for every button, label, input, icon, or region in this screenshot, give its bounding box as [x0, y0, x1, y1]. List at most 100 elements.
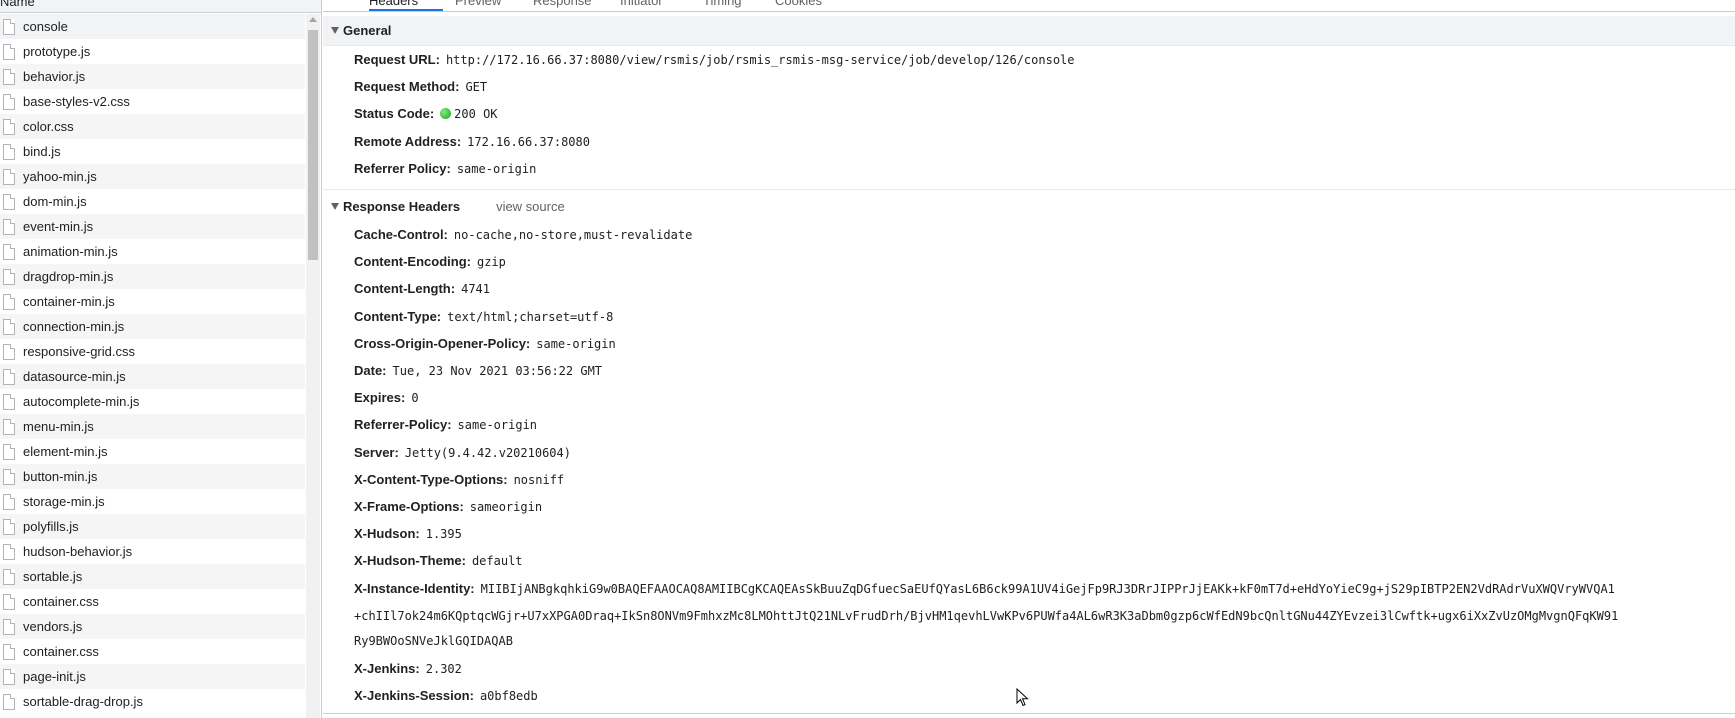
request-row[interactable]: animation-min.js [0, 239, 305, 264]
expand-triangle-icon[interactable] [331, 202, 339, 210]
header-value[interactable]: http://172.16.66.37:8080/view/rsmis/job/… [446, 53, 1075, 67]
header-name: X-Frame-Options: [354, 499, 464, 514]
request-list: console prototype.js behavior.js base-style… [0, 14, 305, 714]
response-header-row: Expires: 0 [354, 390, 419, 405]
header-value-continuation[interactable]: Ry9BWOoSNVeJklGQIDAQAB [354, 634, 513, 648]
request-name: sortable.js [23, 569, 83, 584]
view-source-link[interactable]: view source [496, 199, 565, 214]
request-row[interactable]: yahoo-min.js [0, 164, 305, 189]
header-value[interactable]: same-origin [458, 418, 537, 432]
tab-timing[interactable]: Timing [703, 0, 742, 8]
request-row[interactable]: responsive-grid.css [0, 339, 305, 364]
response-header-row: Cross-Origin-Opener-Policy: same-origin [354, 336, 616, 351]
response-headers-section-header[interactable]: Response Headers view source [323, 191, 1735, 221]
request-row[interactable]: event-min.js [0, 214, 305, 239]
header-value[interactable]: same-origin [457, 162, 536, 176]
header-name: Date: [354, 363, 387, 378]
request-row[interactable]: container-min.js [0, 289, 305, 314]
request-row[interactable]: hudson-behavior.js [0, 539, 305, 564]
request-name: storage-min.js [23, 494, 105, 509]
request-row[interactable]: menu-min.js [0, 414, 305, 439]
request-name: yahoo-min.js [23, 169, 97, 184]
header-value[interactable]: 200 OK [454, 107, 497, 121]
request-row[interactable]: bind.js [0, 139, 305, 164]
request-row[interactable]: sortable-drag-drop.js [0, 689, 305, 714]
response-header-row: Date: Tue, 23 Nov 2021 03:56:22 GMT [354, 363, 602, 378]
request-row[interactable]: button-min.js [0, 464, 305, 489]
document-file-icon [3, 168, 15, 185]
request-row[interactable]: autocomplete-min.js [0, 389, 305, 414]
request-row[interactable]: color.css [0, 114, 305, 139]
document-file-icon [3, 68, 15, 85]
header-value[interactable]: nosniff [514, 473, 565, 487]
header-value[interactable]: 0 [411, 391, 418, 405]
headers-panel: Headers Preview Response Initiator Timin… [323, 0, 1735, 718]
header-value[interactable]: no-cache,no-store,must-revalidate [454, 228, 692, 242]
tab-response[interactable]: Response [533, 0, 592, 8]
tab-initiator[interactable]: Initiator [620, 0, 663, 8]
document-file-icon [3, 468, 15, 485]
document-file-icon [3, 568, 15, 585]
request-name: polyfills.js [23, 519, 79, 534]
header-value[interactable]: same-origin [536, 337, 615, 351]
request-name: element-min.js [23, 444, 108, 459]
request-row[interactable]: storage-min.js [0, 489, 305, 514]
scroll-up-arrow-icon[interactable] [309, 17, 317, 22]
request-row[interactable]: container.css [0, 639, 305, 664]
header-value[interactable]: 4741 [461, 282, 490, 296]
header-value[interactable]: GET [465, 80, 487, 94]
request-row[interactable]: sortable.js [0, 564, 305, 589]
request-row[interactable]: connection-min.js [0, 314, 305, 339]
request-name: behavior.js [23, 69, 86, 84]
request-name: event-min.js [23, 219, 94, 234]
request-name: console [23, 19, 68, 34]
scroll-thumb[interactable] [308, 30, 318, 260]
tab-cookies[interactable]: Cookies [775, 0, 822, 8]
request-name: vendors.js [23, 619, 83, 634]
request-row[interactable]: datasource-min.js [0, 364, 305, 389]
request-name: menu-min.js [23, 419, 94, 434]
name-column-label: Name [0, 0, 35, 9]
header-value[interactable]: a0bf8edb [480, 689, 538, 703]
document-file-icon [3, 193, 15, 210]
header-value[interactable]: 172.16.66.37:8080 [467, 135, 590, 149]
request-row[interactable]: behavior.js [0, 64, 305, 89]
header-value[interactable]: 1.395 [426, 527, 462, 541]
request-row[interactable]: dom-min.js [0, 189, 305, 214]
request-name: base-styles-v2.css [23, 94, 130, 109]
header-row-referrer-policy: Referrer Policy: same-origin [354, 161, 536, 176]
header-value[interactable]: sameorigin [470, 500, 542, 514]
header-value[interactable]: 2.302 [426, 662, 462, 676]
request-row[interactable]: element-min.js [0, 439, 305, 464]
request-list-scrollbar[interactable] [306, 14, 320, 718]
request-row[interactable]: console [0, 14, 305, 39]
header-value[interactable]: Tue, 23 Nov 2021 03:56:22 GMT [393, 364, 603, 378]
tab-headers[interactable]: Headers [369, 0, 418, 8]
document-file-icon [3, 693, 15, 710]
header-value[interactable]: Jetty(9.4.42.v20210604) [405, 446, 571, 460]
header-value[interactable]: text/html;charset=utf-8 [447, 310, 613, 324]
header-name: Remote Address: [354, 134, 462, 149]
document-file-icon [3, 543, 15, 560]
request-row[interactable]: prototype.js [0, 39, 305, 64]
expand-triangle-icon[interactable] [331, 27, 339, 34]
request-row[interactable]: dragdrop-min.js [0, 264, 305, 289]
request-row[interactable]: vendors.js [0, 614, 305, 639]
header-value[interactable]: gzip [477, 255, 506, 269]
request-row[interactable]: page-init.js [0, 664, 305, 689]
header-value-continuation[interactable]: +chIIl7ok24m6KQptqcWGjr+U7xXPGA0Draq+IkS… [354, 609, 1618, 623]
header-value[interactable]: MIIBIjANBgkqhkiG9w0BAQEFAAOCAQ8AMIIBCgKC… [481, 582, 1615, 596]
general-section-header[interactable]: General [323, 16, 1735, 46]
request-name: connection-min.js [23, 319, 125, 334]
header-name: X-Instance-Identity: [354, 581, 475, 596]
document-file-icon [3, 318, 15, 335]
request-name: color.css [23, 119, 74, 134]
tab-preview[interactable]: Preview [455, 0, 501, 8]
header-name: X-Hudson-Theme: [354, 553, 466, 568]
name-column-header[interactable]: Name [0, 0, 321, 13]
request-row[interactable]: container.css [0, 589, 305, 614]
request-row[interactable]: polyfills.js [0, 514, 305, 539]
document-file-icon [3, 618, 15, 635]
header-value[interactable]: default [472, 554, 523, 568]
request-row[interactable]: base-styles-v2.css [0, 89, 305, 114]
